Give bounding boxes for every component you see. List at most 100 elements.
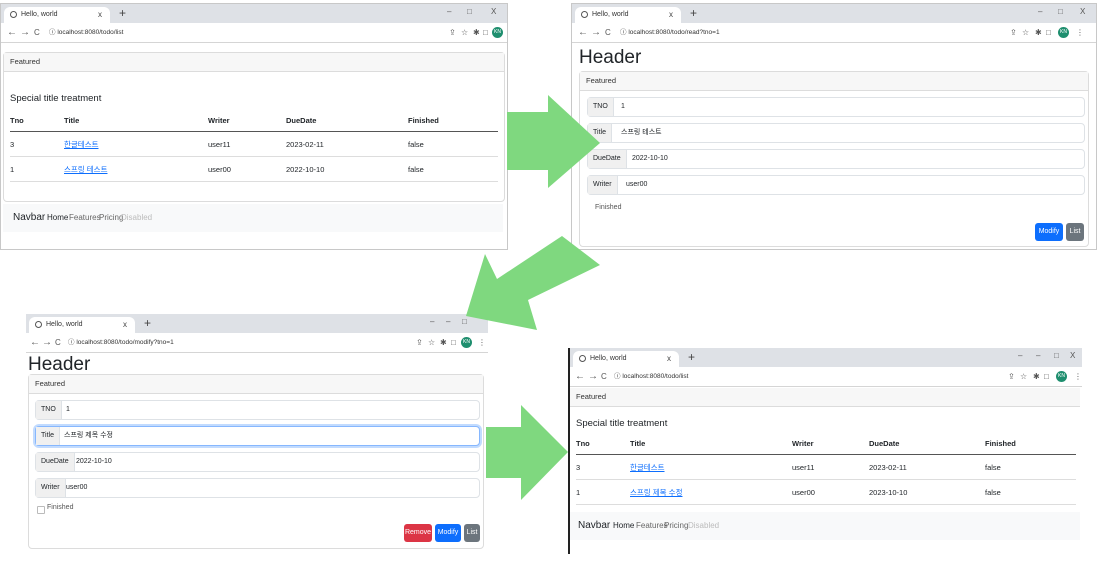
- back-arrow-icon[interactable]: ←: [7, 23, 17, 42]
- browser-tab[interactable]: Hello, world x: [4, 7, 110, 23]
- todo-title-link[interactable]: 스프링 테스트: [64, 165, 107, 174]
- duedate-value: 2022-10-10: [632, 155, 668, 162]
- new-tab-button[interactable]: +: [119, 6, 126, 20]
- browser-window-list-before: Hello, world x + – □ X ← → C ⓘ localhost…: [0, 3, 508, 250]
- url-field[interactable]: ⓘ localhost:8080/todo/list: [49, 23, 123, 42]
- close-window-button[interactable]: X: [1080, 6, 1085, 18]
- minimize-button[interactable]: –: [1036, 350, 1040, 362]
- menu-icon[interactable]: ⋮: [1076, 23, 1084, 42]
- reload-icon[interactable]: C: [34, 23, 40, 42]
- modify-button[interactable]: Modify: [1035, 223, 1063, 241]
- star-icon[interactable]: ☆: [1020, 367, 1027, 386]
- chevron-down-icon[interactable]: –: [447, 6, 451, 18]
- forward-arrow-icon[interactable]: →: [42, 333, 52, 352]
- finished-checkbox[interactable]: [37, 506, 45, 514]
- navbar-brand[interactable]: Navbar: [13, 204, 45, 232]
- maximize-button[interactable]: □: [1054, 350, 1059, 362]
- nav-link-features[interactable]: Features: [636, 512, 668, 540]
- avatar[interactable]: KN: [1056, 371, 1067, 382]
- navbar-brand[interactable]: Navbar: [578, 512, 610, 540]
- star-icon[interactable]: ☆: [1022, 23, 1029, 42]
- list-button[interactable]: List: [464, 524, 480, 542]
- forward-arrow-icon[interactable]: →: [591, 23, 601, 42]
- back-arrow-icon[interactable]: ←: [578, 23, 588, 42]
- reload-icon[interactable]: C: [605, 23, 611, 42]
- maximize-button[interactable]: □: [1058, 6, 1063, 18]
- todo-title-link[interactable]: 한글테스트: [630, 463, 665, 472]
- browser-tab[interactable]: Hello, world x: [29, 317, 135, 333]
- back-arrow-icon[interactable]: ←: [30, 333, 40, 352]
- chevron-down-icon[interactable]: –: [430, 316, 434, 328]
- share-icon[interactable]: ⇪: [449, 23, 456, 42]
- minimize-button[interactable]: –: [446, 316, 450, 328]
- cell-writer: user11: [792, 454, 869, 480]
- finished-label: Finished: [595, 204, 622, 211]
- sidepanel-icon[interactable]: □: [1046, 23, 1051, 42]
- sidepanel-icon[interactable]: □: [1044, 367, 1049, 386]
- sidepanel-icon[interactable]: □: [451, 333, 456, 352]
- menu-icon[interactable]: ⋮: [1074, 367, 1082, 386]
- url-field[interactable]: ⓘ localhost:8080/todo/list: [614, 367, 688, 386]
- tno-label: TNO: [588, 98, 614, 116]
- extensions-icon[interactable]: ✱: [440, 333, 447, 352]
- remove-button[interactable]: Remove: [404, 524, 432, 542]
- tab-close-icon[interactable]: x: [98, 7, 102, 23]
- back-arrow-icon[interactable]: ←: [575, 367, 585, 386]
- nav-link-pricing[interactable]: Pricing: [99, 204, 123, 232]
- avatar[interactable]: KN: [492, 27, 503, 38]
- writer-field: Writer user00: [35, 478, 480, 498]
- url-text: localhost:8080/todo/read?tno=1: [628, 29, 720, 36]
- share-icon[interactable]: ⇪: [416, 333, 423, 352]
- avatar[interactable]: KN: [461, 337, 472, 348]
- todo-title-link[interactable]: 스프링 제목 수정: [630, 488, 682, 497]
- tab-close-icon[interactable]: x: [123, 317, 127, 333]
- nav-link-pricing[interactable]: Pricing: [664, 512, 688, 540]
- reload-icon[interactable]: C: [55, 333, 61, 352]
- url-text: localhost:8080/todo/list: [622, 373, 689, 380]
- extensions-icon[interactable]: ✱: [473, 23, 480, 42]
- cell-finished: false: [985, 454, 1076, 480]
- star-icon[interactable]: ☆: [461, 23, 468, 42]
- share-icon[interactable]: ⇪: [1008, 367, 1015, 386]
- duedate-input[interactable]: DueDate 2022-10-10: [35, 452, 480, 472]
- url-field[interactable]: ⓘ localhost:8080/todo/read?tno=1: [620, 23, 720, 42]
- chevron-down-icon[interactable]: –: [1018, 350, 1022, 362]
- page-header: Header: [28, 354, 91, 375]
- maximize-button[interactable]: □: [467, 6, 472, 18]
- new-tab-button[interactable]: +: [690, 6, 697, 20]
- cell-finished: false: [408, 156, 498, 182]
- nav-link-home[interactable]: Home: [47, 204, 68, 232]
- close-window-button[interactable]: X: [1070, 350, 1075, 362]
- browser-tab[interactable]: Hello, world x: [573, 351, 679, 367]
- extensions-icon[interactable]: ✱: [1033, 367, 1040, 386]
- nav-link-features[interactable]: Features: [69, 204, 101, 232]
- modify-button[interactable]: Modify: [435, 524, 461, 542]
- extensions-icon[interactable]: ✱: [1035, 23, 1042, 42]
- nav-link-home[interactable]: Home: [613, 512, 634, 540]
- tab-close-icon[interactable]: x: [667, 351, 671, 367]
- maximize-button[interactable]: □: [462, 316, 467, 328]
- table-row: 1 스프링 테스트 user00 2022-10-10 false: [10, 156, 498, 182]
- new-tab-button[interactable]: +: [688, 350, 695, 364]
- tab-close-icon[interactable]: x: [669, 7, 673, 23]
- url-field[interactable]: ⓘ localhost:8080/todo/modify?tno=1: [68, 333, 174, 352]
- forward-arrow-icon[interactable]: →: [20, 23, 30, 42]
- sidepanel-icon[interactable]: □: [483, 23, 488, 42]
- share-icon[interactable]: ⇪: [1010, 23, 1017, 42]
- avatar[interactable]: KN: [1058, 27, 1069, 38]
- title-value[interactable]: 스프링 제목 수정: [64, 427, 113, 445]
- title-input[interactable]: Title 스프링 제목 수정: [35, 426, 480, 446]
- reload-icon[interactable]: C: [601, 367, 607, 386]
- forward-arrow-icon[interactable]: →: [588, 367, 598, 386]
- star-icon[interactable]: ☆: [428, 333, 435, 352]
- new-tab-button[interactable]: +: [144, 316, 151, 330]
- nav-link-disabled: Disabled: [121, 213, 153, 222]
- address-bar: ← → C ⓘ localhost:8080/todo/modify?tno=1…: [26, 333, 488, 353]
- browser-tab[interactable]: Hello, world x: [575, 7, 681, 23]
- menu-icon[interactable]: ⋮: [478, 333, 486, 352]
- duedate-value[interactable]: 2022-10-10: [76, 453, 112, 471]
- todo-title-link[interactable]: 한글테스트: [64, 140, 99, 149]
- chevron-down-icon[interactable]: –: [1038, 6, 1042, 18]
- list-button[interactable]: List: [1066, 223, 1084, 241]
- close-window-button[interactable]: X: [491, 6, 496, 18]
